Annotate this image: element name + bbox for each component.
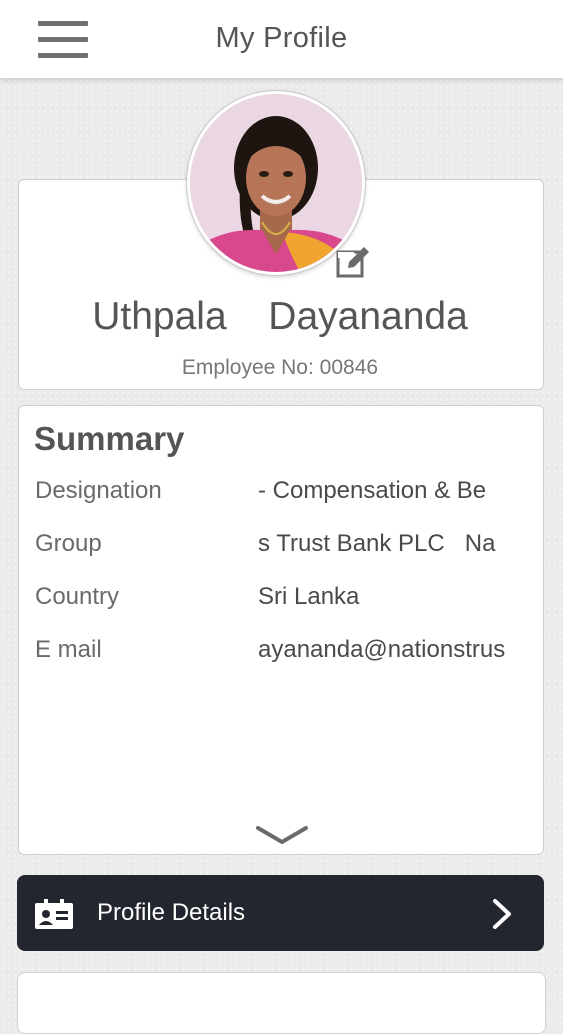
- country-value-text: Sri Lanka: [258, 583, 360, 610]
- country-label: Country: [35, 583, 120, 610]
- chevron-down-icon[interactable]: [254, 822, 310, 848]
- employee-number: Employee No: 00846: [181, 356, 379, 379]
- group-label: Group: [35, 530, 102, 557]
- page-title: My Profile: [215, 22, 348, 54]
- email-value-text: ayananda@nationstrus: [258, 636, 506, 663]
- next-menu-item[interactable]: [17, 972, 546, 1034]
- designation-value-text: - Compensation & Be: [258, 477, 487, 504]
- summary-heading: Summary: [34, 420, 185, 457]
- email-label: E mail: [35, 636, 102, 663]
- country-value: Sri Lanka: [258, 583, 510, 611]
- summary-card: [18, 405, 544, 855]
- id-card-icon: [35, 899, 73, 929]
- email-value: ayananda@nationstrus: [258, 636, 510, 664]
- designation-label: Designation: [35, 477, 162, 504]
- profile-details-label: Profile Details: [97, 899, 246, 926]
- edit-icon[interactable]: [334, 244, 372, 282]
- group-value-text: s Trust Bank PLC Na: [258, 530, 496, 557]
- group-value: s Trust Bank PLC Na: [258, 530, 510, 558]
- chevron-right-icon: [493, 899, 511, 929]
- app-header: My Profile: [0, 0, 563, 79]
- user-name: Uthpala Dayananda: [92, 295, 468, 338]
- designation-value: - Compensation & Be: [258, 477, 510, 505]
